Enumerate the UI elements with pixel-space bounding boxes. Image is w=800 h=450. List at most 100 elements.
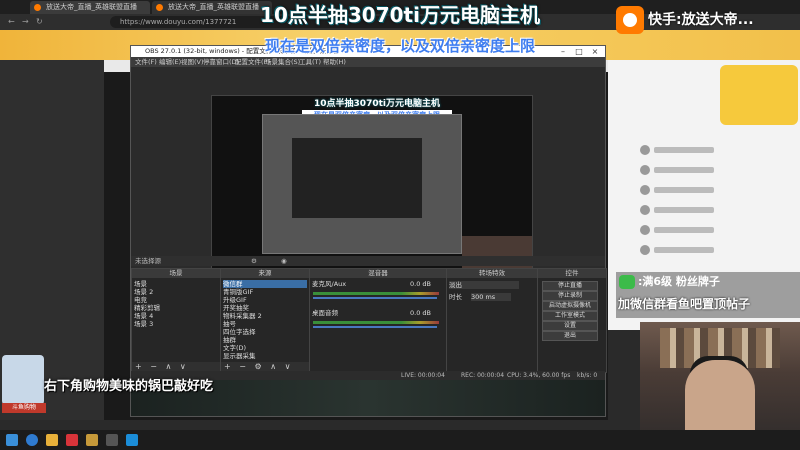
menu-view[interactable]: 视图(V) xyxy=(181,57,204,67)
maximize-icon[interactable]: □ xyxy=(571,46,587,57)
forward-icon[interactable]: → xyxy=(22,17,29,26)
scene-item[interactable]: 电竞 xyxy=(134,296,218,304)
wechat-group-text: 加微信群看鱼吧置顶帖子 xyxy=(618,297,751,311)
chat-row xyxy=(640,225,780,237)
chat-row xyxy=(640,245,780,257)
source-item[interactable]: 显示器采集 xyxy=(223,352,307,360)
menu-docks[interactable]: 停靠窗口(D) xyxy=(203,57,239,67)
chat-row xyxy=(640,165,780,177)
wechat-overlay: :满6级 粉丝牌子 加微信群看鱼吧置顶帖子 xyxy=(616,272,800,318)
studio-mode-button[interactable]: 工作室模式 xyxy=(542,311,598,321)
scenes-dock-header: 场景 xyxy=(132,269,220,278)
menu-file[interactable]: 文件(F) xyxy=(135,57,157,67)
mic-volume-slider[interactable] xyxy=(313,297,437,299)
mixer-db-readout: 0.0 dB xyxy=(410,280,431,288)
filters-icon[interactable]: ◉ xyxy=(281,256,287,266)
properties-gear-icon[interactable]: ⚙ xyxy=(251,256,257,266)
menu-help[interactable]: 帮助(H) xyxy=(323,57,346,67)
mixer-track-label: 桌面音频 xyxy=(312,309,338,317)
avatar xyxy=(640,205,650,215)
avatar xyxy=(640,185,650,195)
sources-dock: 来源 微信群 青铜版GIF 升级GIF 开奖抽奖 物料采集器 2 抽号 四位字选… xyxy=(220,268,312,373)
obs-preview-canvas[interactable]: 10点半抽3070ti万元电脑主机 现在是双倍亲密度，以及双倍亲密度上限 xyxy=(211,95,533,273)
desktop-volume-slider[interactable] xyxy=(313,326,437,328)
controls-dock: 控件 停止直播 停止录制 启动虚拟摄像机 工作室模式 设置 退出 xyxy=(537,268,607,373)
edge-browser-icon[interactable] xyxy=(26,434,38,446)
source-item[interactable]: 抽号 xyxy=(223,320,307,328)
overlay-subtitle: 现在是双倍亲密度，以及双倍亲密度上限 xyxy=(264,37,535,55)
sources-dock-header: 来源 xyxy=(221,269,309,278)
source-item[interactable]: 抽群 xyxy=(223,336,307,344)
douyu-favicon-icon xyxy=(156,4,163,11)
sidebar-item[interactable] xyxy=(8,66,98,78)
transition-select[interactable]: 淡出 xyxy=(449,281,519,289)
back-icon[interactable]: ← xyxy=(8,17,15,26)
stop-recording-button[interactable]: 停止录制 xyxy=(542,291,598,301)
browser-tab[interactable]: 放送大帝_直播_英雄联盟直播 xyxy=(30,1,150,14)
no-source-selected-label: 未选择源 xyxy=(135,257,161,265)
menu-tools[interactable]: 工具(T) xyxy=(299,57,321,67)
exit-button[interactable]: 退出 xyxy=(542,331,598,341)
cpu-fps-readout: CPU: 3.4%, 60.00 fps xyxy=(507,372,571,379)
source-toolbar: 未选择源 ⚙ ◉ xyxy=(131,256,605,266)
audio-mixer-dock: 混音器 麦克风/Aux 0.0 dB 桌面音频 0.0 dB xyxy=(309,268,447,373)
scene-item[interactable]: 场景 4 xyxy=(134,312,218,320)
steam-icon[interactable] xyxy=(126,434,138,446)
kuaishou-handle: 快手:放送大帝... xyxy=(648,12,754,28)
live-timer: LIVE: 00:00:04 xyxy=(401,372,445,379)
source-item[interactable]: 文字(D) xyxy=(223,344,307,352)
obs-icon[interactable] xyxy=(106,434,118,446)
avatar xyxy=(640,145,650,155)
start-virtual-camera-button[interactable]: 启动虚拟摄像机 xyxy=(542,301,598,311)
avatar xyxy=(640,165,650,175)
shop-avatar-label: 斗鱼购物 xyxy=(2,403,46,413)
mixer-dock-header: 混音器 xyxy=(310,269,446,278)
windows-start-icon[interactable] xyxy=(6,434,18,446)
source-item[interactable]: 微信群 xyxy=(223,280,307,288)
game-icon[interactable] xyxy=(86,434,98,446)
mixer-db-readout: 0.0 dB xyxy=(410,309,431,317)
app-icon[interactable] xyxy=(66,434,78,446)
kuaishou-badge: 快手:放送大帝... xyxy=(612,4,798,36)
chat-row xyxy=(640,145,780,157)
wechat-icon xyxy=(619,275,635,289)
settings-button[interactable]: 设置 xyxy=(542,321,598,331)
source-item[interactable]: 青铜版GIF xyxy=(223,288,307,296)
obs-menubar: 文件(F) 编辑(E) 视图(V) 停靠窗口(D) 配置文件(P) 场景集合(S… xyxy=(131,57,605,67)
scenes-dock: 场景 场景 场景 2 电竞 精彩剪辑 场景 4 场景 3 + − ∧ ∨ xyxy=(131,268,223,373)
bitrate-readout: kb/s: 0 xyxy=(577,372,598,379)
source-item[interactable]: 升级GIF xyxy=(223,296,307,304)
mixer-track-label: 麦克风/Aux xyxy=(312,280,347,288)
event-banner[interactable] xyxy=(720,65,798,125)
obs-window: OBS 27.0.1 (32-bit, windows) - 配置文件: 未命名… xyxy=(130,45,607,417)
transitions-dock-header: 转场特效 xyxy=(447,269,537,278)
source-item[interactable]: 物料采集器 2 xyxy=(223,312,307,320)
source-item[interactable]: 开奖抽奖 xyxy=(223,304,307,312)
overlay-title: 10点半抽3070ti万元电脑主机 xyxy=(260,3,540,27)
scene-item[interactable]: 精彩剪辑 xyxy=(134,304,218,312)
mic-volume-meter xyxy=(313,288,443,302)
rec-timer: REC: 00:00:04 xyxy=(461,372,505,379)
stop-streaming-button[interactable]: 停止直播 xyxy=(542,281,598,291)
nested-preview-obs xyxy=(292,138,422,218)
scene-item[interactable]: 场景 xyxy=(134,280,218,288)
preview-webcam xyxy=(462,236,532,272)
chat-row xyxy=(640,205,780,217)
duration-label: 时长 xyxy=(449,293,462,301)
avatar xyxy=(640,225,650,235)
transitions-dock: 转场特效 淡出 时长 300 ms xyxy=(446,268,538,373)
douyu-favicon-icon xyxy=(34,4,41,11)
reload-icon[interactable]: ↻ xyxy=(36,17,43,26)
scene-item[interactable]: 场景 3 xyxy=(134,320,218,328)
close-icon[interactable]: × xyxy=(587,46,603,57)
source-item[interactable]: 四位字选择 xyxy=(223,328,307,336)
tab-label: 放送大帝_直播_英雄联盟直播 xyxy=(46,3,137,11)
scene-item[interactable]: 场景 2 xyxy=(134,288,218,296)
duration-field[interactable]: 300 ms xyxy=(471,293,511,301)
menu-scene-collection[interactable]: 场景集合(S) xyxy=(265,57,300,67)
controls-dock-header: 控件 xyxy=(538,269,606,278)
menu-edit[interactable]: 编辑(E) xyxy=(159,57,181,67)
file-explorer-icon[interactable] xyxy=(46,434,58,446)
avatar xyxy=(640,245,650,255)
shop-avatar xyxy=(2,355,44,405)
